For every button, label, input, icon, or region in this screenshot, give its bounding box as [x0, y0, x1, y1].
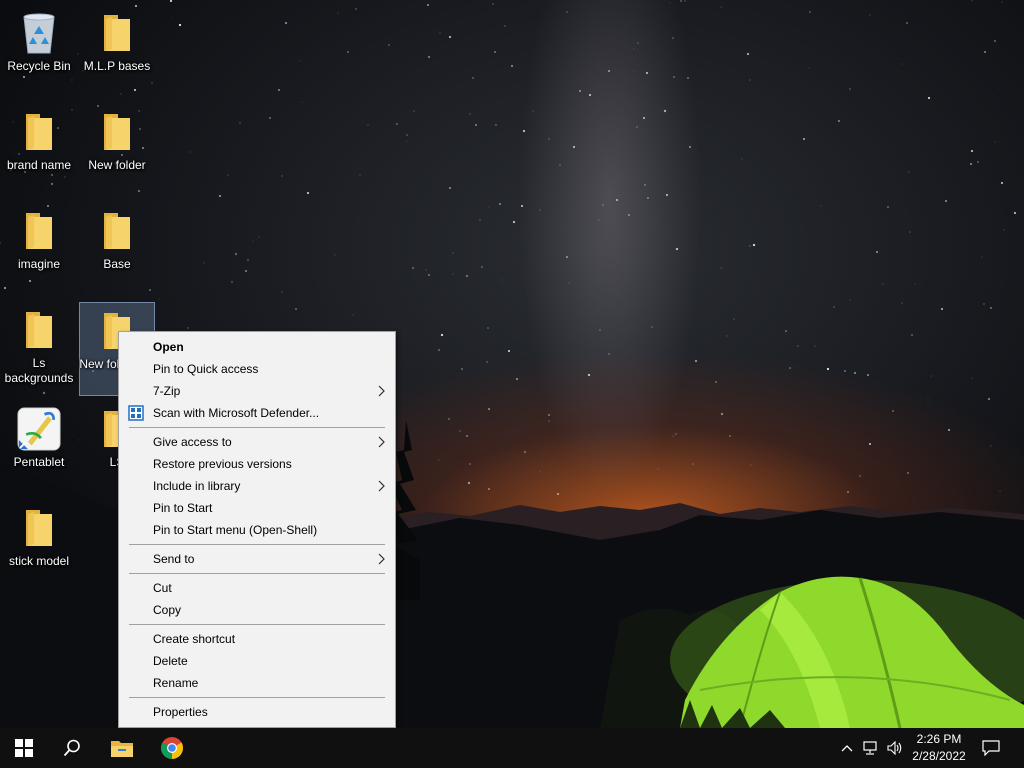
desktop-icon[interactable]: Recycle Bin: [1, 5, 77, 99]
chevron-right-icon: [378, 475, 385, 497]
notification-icon: [982, 740, 1000, 756]
chevron-right-icon: [378, 431, 385, 453]
folder-icon: [17, 110, 61, 154]
menu-item-label: Properties: [153, 705, 208, 719]
menu-item-open[interactable]: Open: [119, 336, 395, 358]
menu-item-label: Create shortcut: [153, 632, 236, 646]
menu-item-label: Pin to Start: [153, 501, 213, 515]
recycle-bin-icon: [17, 11, 61, 55]
menu-item-label: 7-Zip: [153, 384, 181, 398]
taskbar-clock[interactable]: 2:26 PM 2/28/2022: [906, 728, 972, 768]
desktop-icon[interactable]: Ls backgrounds: [1, 302, 77, 396]
defender-shield-icon: [128, 405, 144, 421]
start-button[interactable]: [0, 728, 48, 768]
menu-item-label: Send to: [153, 552, 195, 566]
menu-separator: [129, 624, 385, 625]
menu-item-label: Rename: [153, 676, 199, 690]
file-explorer-button[interactable]: [98, 728, 146, 768]
menu-item-label: Include in library: [153, 479, 241, 493]
menu-item-pin-to-start-menu-open-shell[interactable]: Pin to Start menu (Open-Shell): [119, 519, 395, 541]
file-explorer-icon: [111, 741, 133, 757]
menu-item-restore-previous-versions[interactable]: Restore previous versions: [119, 453, 395, 475]
folder-icon: [17, 308, 61, 352]
clock-date: 2/28/2022: [912, 749, 966, 763]
clock-time: 2:26 PM: [916, 732, 962, 746]
desktop-icon[interactable]: M.L.P bases: [79, 5, 155, 99]
desktop-icon-label: Ls backgrounds: [4, 356, 74, 385]
menu-item-label: Cut: [153, 581, 172, 595]
network-icon: [863, 741, 877, 755]
menu-item-scan-with-microsoft-defender[interactable]: Scan with Microsoft Defender...: [119, 402, 395, 424]
menu-item-label: Pin to Start menu (Open-Shell): [153, 523, 318, 537]
taskbar: 2:26 PM 2/28/2022: [0, 728, 1024, 768]
menu-item-send-to[interactable]: Send to: [119, 548, 395, 570]
desktop-icon[interactable]: brand name: [1, 104, 77, 198]
chrome-button[interactable]: [148, 728, 196, 768]
pentablet-icon: [17, 407, 61, 451]
chrome-icon: [161, 737, 183, 759]
menu-item-label: Pin to Quick access: [153, 362, 259, 376]
folder-icon: [95, 11, 139, 55]
desktop-icon-label: Pentablet: [13, 455, 65, 469]
volume-icon: [887, 741, 902, 755]
menu-item-pin-to-quick-access[interactable]: Pin to Quick access: [119, 358, 395, 380]
menu-item-7-zip[interactable]: 7-Zip: [119, 380, 395, 402]
menu-item-label: Give access to: [153, 435, 232, 449]
folder-icon: [17, 209, 61, 253]
windows-logo-icon: [15, 739, 33, 757]
chevron-right-icon: [378, 548, 385, 570]
menu-item-label: Delete: [153, 654, 188, 668]
menu-item-label: Restore previous versions: [153, 457, 292, 471]
desktop-icon-label: New folder: [88, 158, 146, 172]
show-hidden-icons-button[interactable]: [836, 728, 858, 768]
menu-item-label: Copy: [153, 603, 182, 617]
menu-item-create-shortcut[interactable]: Create shortcut: [119, 628, 395, 650]
menu-item-copy[interactable]: Copy: [119, 599, 395, 621]
menu-item-pin-to-start[interactable]: Pin to Start: [119, 497, 395, 519]
menu-item-label: Open: [153, 340, 184, 354]
menu-item-delete[interactable]: Delete: [119, 650, 395, 672]
menu-separator: [129, 573, 385, 574]
search-button[interactable]: [48, 728, 96, 768]
chevron-right-icon: [378, 380, 385, 402]
chevron-up-icon: [841, 745, 853, 752]
folder-icon: [95, 209, 139, 253]
menu-item-properties[interactable]: Properties: [119, 701, 395, 723]
folder-icon: [95, 110, 139, 154]
menu-separator: [129, 697, 385, 698]
context-menu: Open Pin to Quick access 7-Zip Scan with Mi…: [118, 331, 396, 728]
menu-item-rename[interactable]: Rename: [119, 672, 395, 694]
desktop-icon[interactable]: stick model: [1, 500, 77, 594]
desktop-icon[interactable]: New folder: [79, 104, 155, 198]
desktop-icon-label: stick model: [8, 554, 70, 568]
network-button[interactable]: [860, 728, 882, 768]
desktop-icon[interactable]: Pentablet: [1, 401, 77, 495]
search-icon: [63, 739, 80, 757]
action-center-button[interactable]: [980, 728, 1002, 768]
desktop-icon-label: brand name: [6, 158, 72, 172]
menu-item-label: Scan with Microsoft Defender...: [153, 406, 320, 420]
desktop-icon-label: Base: [103, 257, 131, 271]
desktop-icon-label: Recycle Bin: [7, 59, 71, 73]
menu-separator: [129, 427, 385, 428]
menu-item-cut[interactable]: Cut: [119, 577, 395, 599]
folder-icon: [17, 506, 61, 550]
volume-button[interactable]: [884, 728, 906, 768]
desktop-icon-label: imagine: [17, 257, 61, 271]
desktop-icon[interactable]: imagine: [1, 203, 77, 297]
desktop-icon-label: M.L.P bases: [83, 59, 151, 73]
menu-item-give-access-to[interactable]: Give access to: [119, 431, 395, 453]
menu-item-include-in-library[interactable]: Include in library: [119, 475, 395, 497]
menu-separator: [129, 544, 385, 545]
desktop-icon[interactable]: Base: [79, 203, 155, 297]
